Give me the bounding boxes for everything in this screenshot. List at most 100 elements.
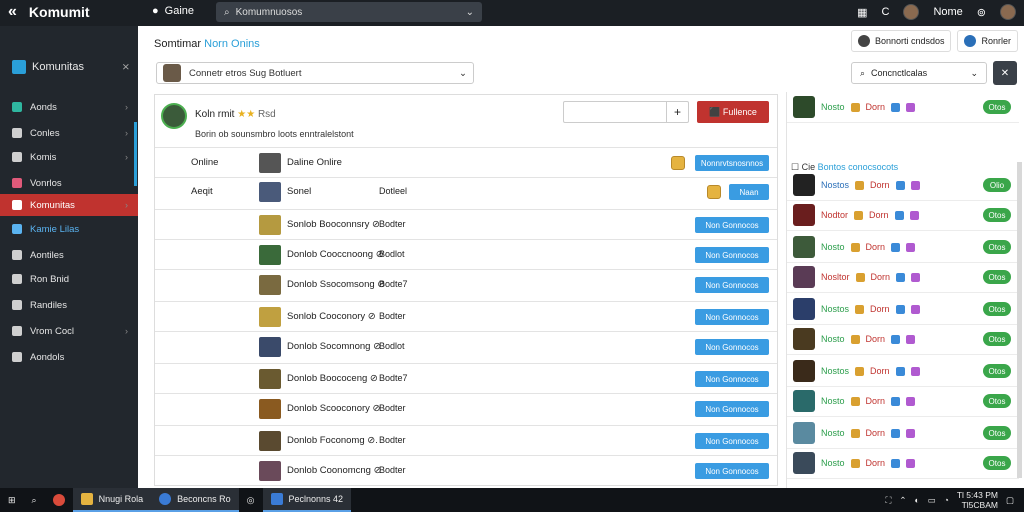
member-action-button[interactable]: Otos [983,302,1011,316]
taskbar-item-2[interactable]: Beconcns Ro [151,488,239,512]
taskbar-item-4[interactable]: Peclnonns 42 [262,488,352,512]
taskbar-item-1[interactable]: Nnugi Rola [72,488,152,512]
member-action-button[interactable]: Otos [983,426,1011,440]
member-row[interactable]: Nostos Dorn Olio [787,170,1019,201]
buy-button[interactable]: Non Gonnocos [695,371,769,387]
member-row[interactable]: Nostos Dorn Otos [787,294,1019,325]
up-arrow-icon[interactable]: ⌃ [899,495,906,506]
sidebar-item[interactable]: Komunitas › [0,194,138,216]
wifi-icon[interactable]: ◔ [944,495,949,505]
buy-button[interactable]: Non Gonnocos [695,277,769,293]
member-action-button[interactable]: Otos [983,240,1011,254]
member-row[interactable]: Nosltor Dorn Otos [787,262,1019,293]
member-action-button[interactable]: Olio [983,178,1011,192]
table-row[interactable]: Donlob Socomnong ⊘ Bodlot Non Gonnocos [155,331,777,361]
member-name[interactable]: Nosto [821,458,845,468]
search-input[interactable]: ⌕ Komumnuosos ⌄ [216,2,482,22]
member-name[interactable]: Nostos [821,180,849,190]
member-action-button[interactable]: Otos [983,270,1011,284]
member-name[interactable]: Nostos [821,366,849,376]
member-name[interactable]: Nodtor [821,210,848,220]
speaker-icon[interactable]: ◐ [915,495,920,505]
scrollbar[interactable] [1017,162,1022,478]
plus-icon[interactable]: + [666,102,688,122]
member-name[interactable]: Nosto [821,396,845,406]
buy-button[interactable]: Non Gonnocos [695,247,769,263]
sidebar-item[interactable]: Aontiles [0,244,138,266]
member-avatar[interactable] [793,422,815,444]
taskbar-search[interactable]: ⌕ [24,488,45,512]
table-row[interactable]: Donlob Ssocomsong ⊘ Bodte7 Non Gonnocos [155,269,777,299]
buy-button[interactable]: Non Gonnocos [695,339,769,355]
grid-icon[interactable]: ▦ [857,6,867,19]
taskbar-item-3[interactable]: ◎ [239,488,263,512]
member-avatar[interactable] [793,96,815,118]
buy-button[interactable]: Non Gonnocos [695,463,769,479]
clock[interactable]: Tl 5:43 PM Tl5CBAM [957,490,998,510]
table-row[interactable]: Donlob Scooconory ⊘ Bodter Non Gonnocos [155,393,777,423]
member-avatar[interactable] [793,266,815,288]
buy-button[interactable]: Nonnrvtsnosnnos [695,155,769,171]
member-name[interactable]: Nosto [821,102,845,112]
user-name[interactable]: Nome [933,6,962,18]
start-button[interactable]: ⊞ [0,488,24,512]
quantity-input[interactable]: + [563,101,689,123]
nav-game[interactable]: ● Gaine [152,5,194,17]
taskbar-browser[interactable] [45,488,73,512]
member-row[interactable]: Nosto Dorn Otos [787,324,1019,355]
buy-button[interactable]: Non Gonnocos [695,217,769,233]
sidebar-item[interactable]: Randiles [0,294,138,316]
member-name[interactable]: Nostos [821,304,849,314]
table-row[interactable]: Sonlob Cooconory ⊘ Bodter Non Gonnocos [155,301,777,331]
member-name[interactable]: Nosto [821,334,845,344]
member-action-button[interactable]: Otos [983,364,1011,378]
sidebar-item[interactable]: Vrom Cocl › [0,320,138,342]
member-action-button[interactable]: Otos [983,456,1011,470]
sort-select[interactable]: ⌕ Concnctlcalas ⌄ [851,62,987,84]
buy-button[interactable]: Naan [729,184,769,200]
table-row[interactable]: Aeqit Sonel Dotleel Naan [155,177,777,205]
table-row[interactable]: Donlob Cooccnoong ⊘ Bodlot Non Gonnocos [155,239,777,269]
sidebar-item[interactable]: Komis › [0,146,138,168]
member-avatar[interactable] [793,390,815,412]
share-button[interactable]: Ronrler [957,30,1018,52]
sidebar-item[interactable]: Aonds › [0,96,138,118]
refresh-icon[interactable]: C [881,6,889,18]
member-name[interactable]: Nosto [821,242,845,252]
table-row[interactable]: Donlob Boococeng ⊘ Bodte7 Non Gonnocos [155,363,777,393]
members-button[interactable]: Bonnorti cndsdos [850,30,952,52]
member-name[interactable]: Nosltor [821,272,850,282]
avatar[interactable] [903,4,920,20]
member-avatar[interactable] [793,298,815,320]
back-chevron-icon[interactable]: « [8,3,17,21]
profile-avatar[interactable] [1000,4,1016,20]
member-avatar[interactable] [793,236,815,258]
member-action-button[interactable]: Otos [983,208,1011,222]
profile-avatar[interactable] [161,103,187,129]
member-row[interactable]: Nosto Dorn Otos [787,386,1019,417]
notification-icon[interactable]: ▢ [1006,495,1014,506]
buy-button[interactable]: Non Gonnocos [695,309,769,325]
sidebar-item[interactable]: Ron Bnid [0,268,138,290]
close-button[interactable]: ✕ [993,61,1017,85]
table-row[interactable]: Donlob Foconomg ⊘. Bodter Non Gonnocos [155,425,777,455]
member-action-button[interactable]: Otos [983,394,1011,408]
buy-button[interactable]: Non Gonnocos [695,401,769,417]
sidebar-item[interactable]: Vonrlos [0,172,138,194]
follow-button[interactable]: ⬛ Fullence [697,101,769,123]
table-row[interactable]: Donlob Coonomcng ⊘ Bodter Non Gonnocos [155,455,777,485]
table-row[interactable]: Online Daline Onlire Nonnrvtsnosnnos [155,147,777,177]
app-brand[interactable]: « Komumit [8,3,90,21]
member-action-button[interactable]: Otos [983,332,1011,346]
sidebar-item[interactable]: Aondols [0,346,138,368]
battery-icon[interactable]: ▭ [928,495,936,506]
sidebar-item[interactable]: Conles › [0,122,138,144]
settings-icon[interactable]: ⊚ [977,6,986,19]
collapse-icon[interactable]: ⨯ [122,62,130,73]
member-avatar[interactable] [793,452,815,474]
community-select[interactable]: Connetr etros Sug Botluert ⌄ [156,62,474,84]
checkbox-icon[interactable]: ☐ [791,162,799,172]
member-avatar[interactable] [793,204,815,226]
buy-button[interactable]: Non Gonnocos [695,433,769,449]
member-row[interactable]: Nosto Dorn Otos [787,92,1019,123]
